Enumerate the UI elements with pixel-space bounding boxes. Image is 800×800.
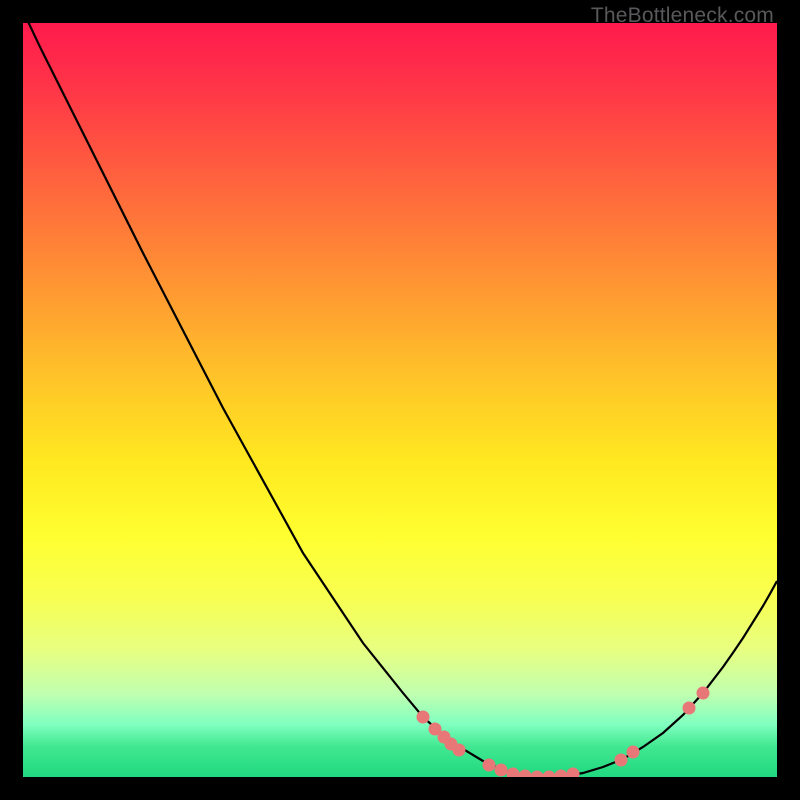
chart-frame: TheBottleneck.com [0, 0, 800, 800]
watermark-text: TheBottleneck.com [591, 4, 774, 28]
gradient-plot-area [23, 23, 777, 777]
